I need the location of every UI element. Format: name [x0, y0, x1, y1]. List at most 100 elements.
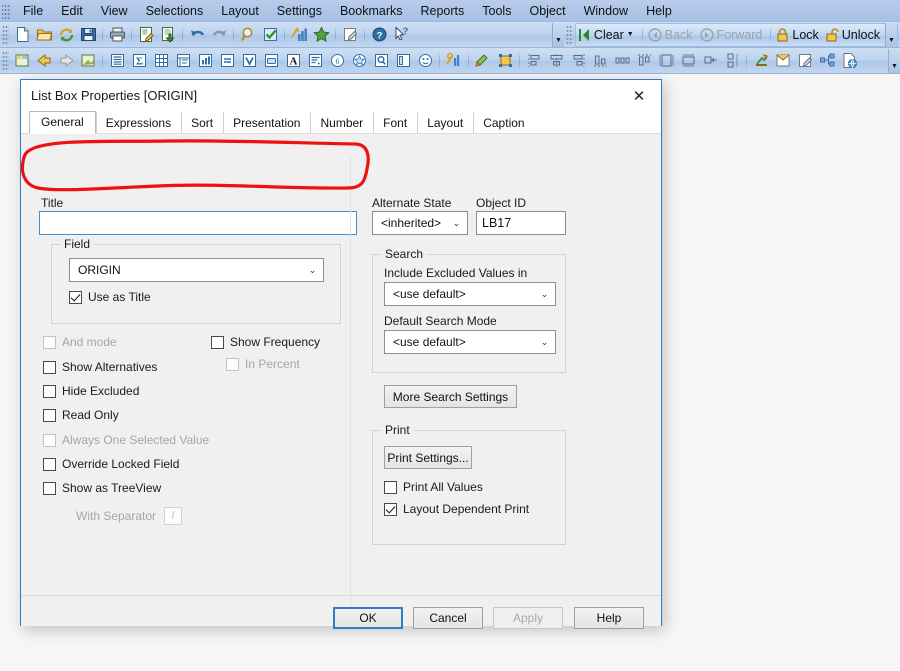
next-sheet-icon[interactable] — [55, 50, 77, 72]
chevron-down-icon[interactable]: ⌄ — [536, 289, 553, 300]
distribute-h-icon[interactable] — [611, 50, 633, 72]
use-as-title-checkbox-box[interactable] — [69, 290, 82, 304]
menu-help[interactable]: Help — [637, 2, 681, 20]
toolbar1-overflow-button[interactable] — [551, 22, 564, 47]
object-id-input[interactable]: LB17 — [476, 211, 566, 235]
export-icon[interactable] — [157, 24, 179, 46]
tab-expressions[interactable]: Expressions — [95, 112, 182, 134]
space-h-icon[interactable] — [699, 50, 721, 72]
selections-toolbar-overflow-button[interactable] — [885, 22, 897, 47]
list-box-icon[interactable] — [106, 50, 128, 72]
same-width-icon[interactable] — [677, 50, 699, 72]
custom-object-icon[interactable] — [414, 50, 436, 72]
menu-window[interactable]: Window — [575, 2, 637, 20]
table-box-icon[interactable] — [150, 50, 172, 72]
button-icon[interactable] — [260, 50, 282, 72]
new-document-icon[interactable] — [11, 24, 33, 46]
clear-dropdown-arrow[interactable]: ▼ — [627, 31, 634, 38]
tab-number[interactable]: Number — [310, 112, 374, 134]
title-input[interactable] — [39, 211, 357, 235]
override-locked-field-checkbox[interactable]: Override Locked Field — [43, 457, 179, 471]
align-left-icon[interactable] — [523, 50, 545, 72]
align-right-icon[interactable] — [567, 50, 589, 72]
help-button[interactable]: Help — [574, 607, 644, 629]
default-search-mode-combo[interactable]: <use default> ⌄ — [384, 330, 556, 354]
menu-file[interactable]: File — [14, 2, 52, 20]
tab-layout[interactable]: Layout — [417, 112, 474, 134]
include-excluded-combo[interactable]: <use default> ⌄ — [384, 282, 556, 306]
tab-caption[interactable]: Caption — [473, 112, 535, 134]
align-top-icon[interactable] — [633, 50, 655, 72]
print-all-values-checkbox-box[interactable] — [384, 480, 397, 494]
print-icon[interactable] — [106, 24, 128, 46]
space-v-icon[interactable] — [721, 50, 743, 72]
share-icon[interactable] — [816, 50, 838, 72]
menu-bookmarks[interactable]: Bookmarks — [331, 2, 412, 20]
layout-dependent-print-checkbox[interactable]: Layout Dependent Print — [384, 502, 529, 516]
menu-settings[interactable]: Settings — [268, 2, 331, 20]
print-settings-button[interactable]: Print Settings... — [384, 446, 472, 469]
align-bottom-icon[interactable] — [589, 50, 611, 72]
hide-excluded-checkbox-box[interactable] — [43, 384, 56, 398]
design-grid-icon[interactable] — [494, 50, 516, 72]
tab-general[interactable]: General — [29, 111, 96, 134]
promote-icon[interactable] — [750, 50, 772, 72]
chart-icon[interactable] — [288, 24, 310, 46]
multi-box-icon[interactable] — [238, 50, 260, 72]
selections-toolbar-grip[interactable] — [565, 24, 573, 45]
search-object-icon[interactable] — [370, 50, 392, 72]
ok-button[interactable]: OK — [333, 607, 403, 629]
context-help-icon[interactable]: ? — [390, 24, 412, 46]
pivot-table-icon[interactable] — [172, 50, 194, 72]
bookmark-object-icon[interactable] — [348, 50, 370, 72]
show-alternatives-checkbox-box[interactable] — [43, 360, 56, 374]
text-object-icon[interactable]: A — [282, 50, 304, 72]
read-only-checkbox[interactable]: Read Only — [43, 408, 119, 422]
chevron-down-icon[interactable]: ⌄ — [448, 218, 465, 229]
edit-note-icon[interactable] — [794, 50, 816, 72]
bar-chart-icon[interactable] — [194, 50, 216, 72]
standard-toolbar-grip[interactable] — [2, 24, 9, 45]
menu-edit[interactable]: Edit — [52, 2, 92, 20]
reload-icon[interactable] — [55, 24, 77, 46]
menu-view[interactable]: View — [92, 2, 137, 20]
hide-excluded-checkbox[interactable]: Hide Excluded — [43, 384, 139, 398]
print-all-values-checkbox[interactable]: Print All Values — [384, 480, 483, 494]
unlock-button[interactable]: Unlock — [824, 24, 885, 46]
menu-object[interactable]: Object — [520, 2, 574, 20]
menu-selections[interactable]: Selections — [137, 2, 213, 20]
clear-button[interactable]: Clear ▼ — [576, 24, 639, 46]
input-box-icon[interactable] — [216, 50, 238, 72]
field-combo[interactable]: ORIGIN ⌄ — [69, 258, 324, 282]
format-painter-icon[interactable] — [472, 50, 494, 72]
new-sheet-icon[interactable] — [11, 50, 33, 72]
dialog-title-bar[interactable]: List Box Properties [ORIGIN] ✕ — [21, 80, 661, 111]
cancel-button[interactable]: Cancel — [413, 607, 483, 629]
settings-chart-icon[interactable] — [443, 50, 465, 72]
lock-button[interactable]: Lock — [774, 24, 823, 46]
alternate-state-combo[interactable]: <inherited> ⌄ — [372, 211, 468, 235]
statistics-box-icon[interactable]: Σ — [128, 50, 150, 72]
show-frequency-checkbox[interactable]: Show Frequency — [211, 335, 320, 349]
menu-reports[interactable]: Reports — [412, 2, 474, 20]
star-icon[interactable] — [310, 24, 332, 46]
publish-icon[interactable] — [838, 50, 860, 72]
show-frequency-checkbox-box[interactable] — [211, 335, 224, 349]
container-icon[interactable] — [392, 50, 414, 72]
show-as-treeview-checkbox-box[interactable] — [43, 481, 56, 495]
more-search-settings-button[interactable]: More Search Settings — [384, 385, 517, 408]
tab-presentation[interactable]: Presentation — [223, 112, 311, 134]
check-icon[interactable] — [259, 24, 281, 46]
override-locked-field-checkbox-box[interactable] — [43, 457, 56, 471]
use-as-title-checkbox[interactable]: Use as Title — [69, 290, 151, 304]
chevron-down-icon[interactable]: ⌄ — [536, 337, 553, 348]
search-icon[interactable] — [237, 24, 259, 46]
redo-icon[interactable] — [208, 24, 230, 46]
same-height-icon[interactable] — [655, 50, 677, 72]
layout-dependent-print-checkbox-box[interactable] — [384, 502, 397, 516]
edit-script-icon[interactable] — [135, 24, 157, 46]
chevron-down-icon[interactable]: ⌄ — [304, 265, 321, 276]
close-icon[interactable]: ✕ — [617, 80, 661, 111]
note-icon[interactable] — [772, 50, 794, 72]
notes-icon[interactable] — [339, 24, 361, 46]
